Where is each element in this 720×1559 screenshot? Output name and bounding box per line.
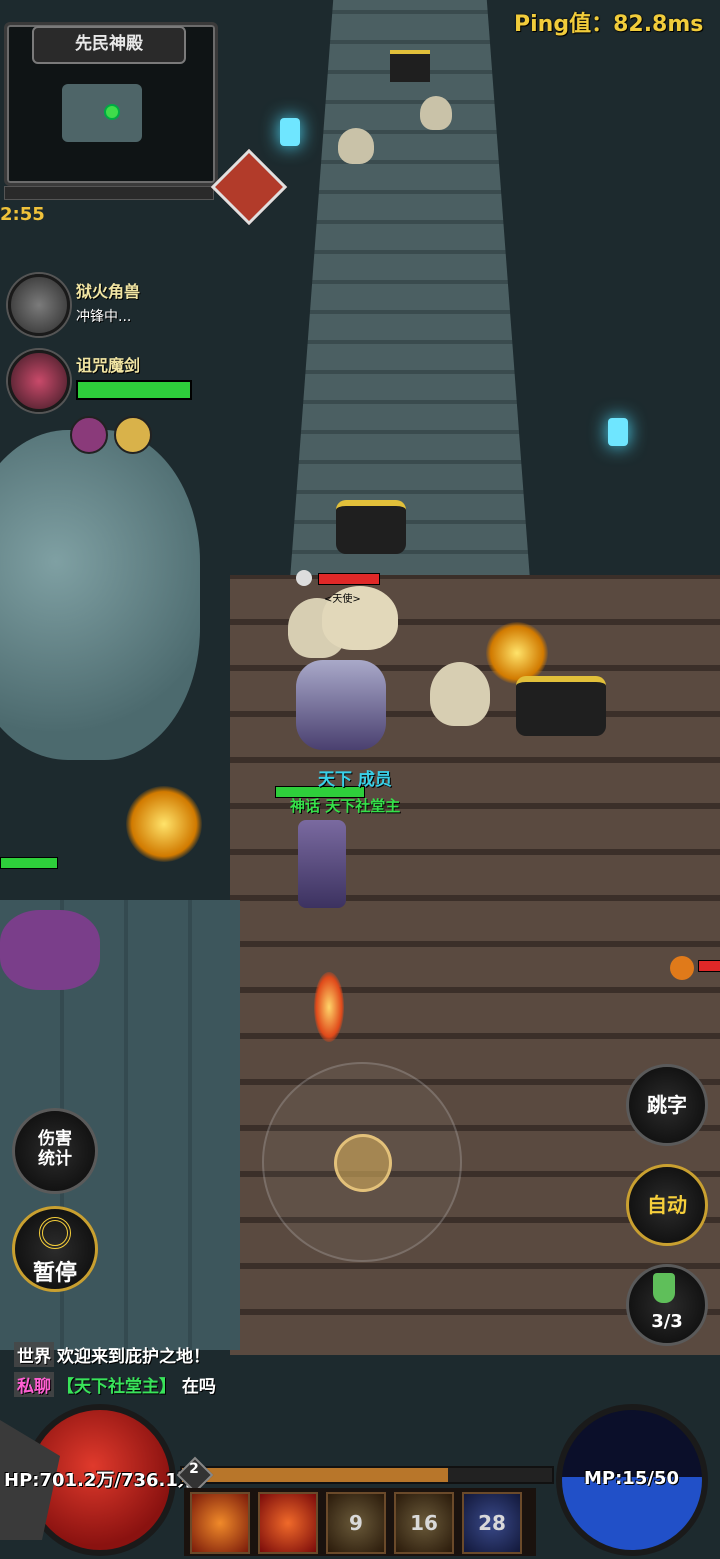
fire-vortex-icon bbox=[126, 786, 202, 862]
map-name: 先民神殿 bbox=[32, 26, 186, 64]
game-scene[interactable]: <天使> 天下 成员 神话 天下社堂主 bbox=[0, 0, 720, 1559]
stone-path bbox=[290, 0, 530, 580]
potion-button[interactable]: 3/3 bbox=[626, 1264, 708, 1346]
hooded-cultist-enemy[interactable] bbox=[420, 96, 452, 130]
shadow-hound-enemy[interactable] bbox=[336, 500, 406, 554]
fireball-icon bbox=[314, 972, 344, 1042]
boss-status: 冲锋中... bbox=[76, 309, 132, 325]
boss-portrait-cursed-sword[interactable] bbox=[8, 350, 70, 412]
ally-pet bbox=[0, 910, 100, 990]
elite-tag: <天使> bbox=[324, 594, 361, 605]
skull-icon bbox=[670, 956, 694, 980]
damage-stats-button[interactable]: 伤害统计 bbox=[12, 1108, 98, 1194]
dungeon-progress-bar bbox=[4, 186, 214, 200]
mp-text: MP:15/50 bbox=[584, 1468, 679, 1489]
toggle-damage-text-button[interactable]: 跳字 bbox=[626, 1064, 708, 1146]
boss-hp-fill bbox=[78, 382, 190, 398]
chat-message[interactable]: 世界 欢迎来到庇护之地！ bbox=[14, 1342, 210, 1367]
chat-sender[interactable]: 【天下社堂主】 bbox=[57, 1377, 176, 1397]
chat-channel-private: 私聊 bbox=[14, 1372, 54, 1397]
statue-head bbox=[0, 430, 200, 760]
player-title: 神话 天下社堂主 bbox=[290, 797, 401, 815]
level-number: 2 bbox=[189, 1461, 199, 1477]
joystick-knob[interactable] bbox=[334, 1134, 392, 1192]
chat-channel-world: 世界 bbox=[14, 1342, 54, 1367]
offscreen-enemy-hp-bar bbox=[698, 960, 720, 972]
hooded-cultist-enemy[interactable] bbox=[430, 662, 490, 726]
fire-vortex-icon bbox=[486, 622, 548, 684]
skill-slot-5[interactable]: 28 bbox=[462, 1492, 522, 1554]
skill-slot-4[interactable]: 16 bbox=[394, 1492, 454, 1554]
buff-portrait bbox=[70, 416, 108, 454]
xp-bar bbox=[180, 1466, 554, 1484]
lantern-icon bbox=[280, 118, 300, 146]
pause-label: 暂停 bbox=[32, 1261, 77, 1286]
skill-slot-3[interactable]: 9 bbox=[326, 1492, 386, 1554]
hp-text: HP:701.2万/736.1万 bbox=[4, 1470, 196, 1491]
boss-portrait-hellfire-beast[interactable] bbox=[8, 274, 70, 336]
player-guild-role: 天下 成员 bbox=[318, 770, 392, 790]
shadow-hound-enemy[interactable] bbox=[516, 676, 606, 736]
minimap-room bbox=[62, 84, 142, 142]
chat-message[interactable]: 私聊 【天下社堂主】 在吗 bbox=[14, 1372, 216, 1397]
spark-strike-icon: 9 bbox=[349, 1511, 363, 1535]
player-character bbox=[296, 660, 386, 750]
skull-icon bbox=[296, 570, 312, 586]
ping-display: Ping值：82.8ms bbox=[514, 12, 704, 37]
potion-icon bbox=[653, 1273, 675, 1303]
xp-fill bbox=[182, 1468, 449, 1482]
damage-stats-label: 伤害统计 bbox=[38, 1129, 72, 1169]
lantern-icon bbox=[608, 418, 628, 446]
auto-battle-button[interactable]: 自动 bbox=[626, 1164, 708, 1246]
spiral-icon bbox=[39, 1217, 71, 1249]
ally-hp-bar bbox=[0, 857, 58, 869]
shadow-hound-enemy[interactable] bbox=[390, 50, 430, 82]
chat-text: 欢迎来到庇护之地！ bbox=[57, 1347, 210, 1367]
boss-name: 狱火角兽 bbox=[76, 282, 141, 301]
skill-slot-2[interactable] bbox=[258, 1492, 318, 1554]
potion-count: 3/3 bbox=[651, 1311, 683, 1332]
buff-portrait bbox=[114, 416, 152, 454]
hooded-cultist-enemy[interactable] bbox=[338, 128, 374, 164]
dungeon-timer: 2:55 bbox=[0, 204, 45, 225]
companion-character bbox=[298, 820, 346, 908]
chat-text: 在吗 bbox=[181, 1377, 216, 1397]
arcane-icon: 28 bbox=[478, 1511, 506, 1535]
boss-name: 诅咒魔剑 bbox=[76, 356, 141, 375]
pause-button[interactable]: 暂停 bbox=[12, 1206, 98, 1292]
burst-icon: 16 bbox=[410, 1511, 438, 1535]
elite-hp-bar bbox=[318, 573, 380, 585]
skill-slot-1[interactable] bbox=[190, 1492, 250, 1554]
player-marker-icon bbox=[104, 104, 120, 120]
boss-hp-bar bbox=[76, 380, 192, 400]
